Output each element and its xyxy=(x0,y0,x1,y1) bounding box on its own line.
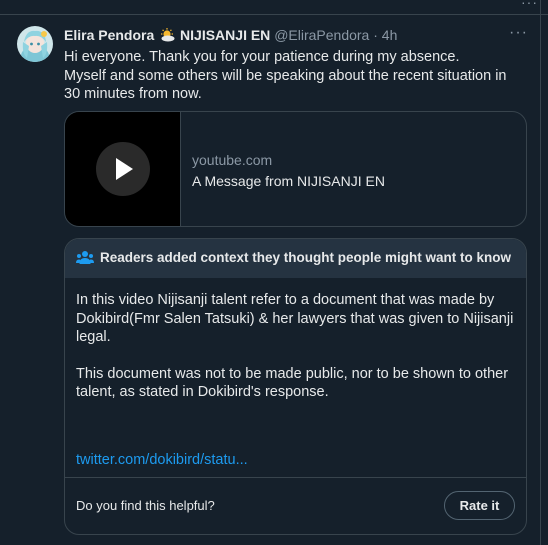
tweet-text: Hi everyone. Thank you for your patience… xyxy=(64,48,524,104)
more-horizontal-icon[interactable]: ··· xyxy=(521,0,538,10)
play-icon[interactable] xyxy=(96,142,150,196)
link-card[interactable]: youtube.com A Message from NIJISANJI EN xyxy=(64,111,527,227)
card-title[interactable]: A Message from NIJISANJI EN xyxy=(192,173,385,189)
community-note-header: Readers added context they thought peopl… xyxy=(65,239,526,278)
community-note-heading: Readers added context they thought peopl… xyxy=(100,250,512,265)
people-icon xyxy=(76,251,94,264)
rate-it-button[interactable]: Rate it xyxy=(444,491,515,520)
header-separator: · xyxy=(373,27,378,43)
card-domain: youtube.com xyxy=(192,152,273,168)
tweet-header: Elira Pendora NIJISANJI EN @EliraPendora… xyxy=(64,27,397,43)
note-paragraph: This document was not to be made public,… xyxy=(76,365,509,401)
author-name[interactable]: Elira Pendora xyxy=(64,27,154,43)
note-paragraph: In this video Nijisanji talent refer to … xyxy=(76,292,514,345)
previous-tweet-edge: ··· xyxy=(0,0,548,15)
avatar[interactable] xyxy=(17,26,53,62)
more-options-icon[interactable]: ··· xyxy=(509,24,528,42)
timeline-border xyxy=(540,14,541,545)
divider xyxy=(540,0,541,14)
sun-cloud-icon xyxy=(161,28,175,42)
timestamp[interactable]: 4h xyxy=(382,27,398,43)
divider xyxy=(65,477,526,478)
video-thumbnail[interactable] xyxy=(65,112,181,226)
author-affiliation[interactable]: NIJISANJI EN xyxy=(180,27,270,43)
helpful-prompt: Do you find this helpful? xyxy=(76,498,215,513)
community-note-body: In this video Nijisanji talent refer to … xyxy=(76,291,516,420)
tweet-line: Myself and some others will be speaking … xyxy=(64,67,507,103)
note-source-link[interactable]: twitter.com/dokibird/statu... xyxy=(76,452,248,468)
author-handle[interactable]: @EliraPendora xyxy=(274,27,369,43)
community-note: Readers added context they thought peopl… xyxy=(64,238,527,535)
avatar-image xyxy=(17,26,53,62)
tweet-line: Hi everyone. Thank you for your patience… xyxy=(64,49,460,65)
